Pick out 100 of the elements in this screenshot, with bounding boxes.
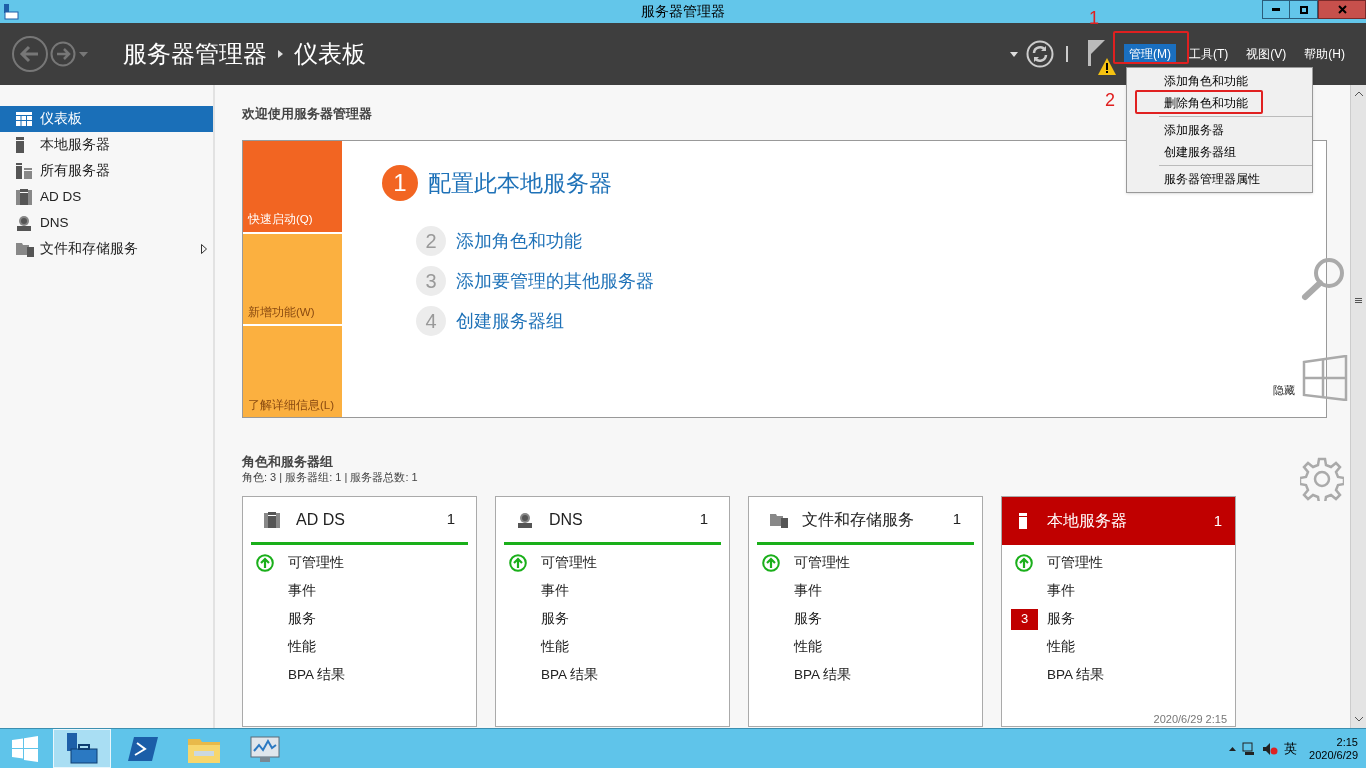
step-number: 4 bbox=[416, 306, 446, 336]
card-count: 1 bbox=[1213, 510, 1222, 531]
folder-icon bbox=[16, 241, 34, 257]
card-row[interactable]: BPA 结果 bbox=[541, 664, 599, 686]
card-row[interactable]: 事件 bbox=[1047, 580, 1075, 602]
ime-indicator[interactable]: 英 bbox=[1284, 738, 1298, 759]
sidebar-label: 所有服务器 bbox=[40, 161, 110, 180]
dropdown-item[interactable]: 创建服务器组 bbox=[1159, 141, 1312, 163]
step-number: 1 bbox=[382, 165, 418, 201]
sidebar-label: AD DS bbox=[40, 187, 82, 206]
scroll-up-icon[interactable] bbox=[1354, 91, 1363, 96]
section-title: 欢迎使用服务器管理器 bbox=[242, 105, 373, 122]
step-link[interactable]: 配置此本地服务器 bbox=[428, 165, 612, 201]
section-title: 角色和服务器组 bbox=[242, 454, 334, 470]
menu-item[interactable]: 工具(T) bbox=[1184, 44, 1234, 64]
sidebar-item[interactable]: DNS bbox=[0, 210, 213, 236]
sidebar-item[interactable]: AD DS bbox=[0, 184, 213, 210]
card-row[interactable]: 可管理性 bbox=[1047, 552, 1103, 574]
server-icon bbox=[1019, 513, 1027, 529]
caret-icon[interactable] bbox=[1010, 51, 1018, 57]
tile[interactable]: 了解详细信息(L) bbox=[243, 326, 342, 417]
speaker-muted-icon[interactable] bbox=[1262, 741, 1279, 756]
card-row[interactable]: 性能 bbox=[288, 636, 316, 658]
expand-icon[interactable] bbox=[201, 244, 207, 254]
card-row[interactable]: 性能 bbox=[1047, 636, 1075, 658]
breadcrumb-item[interactable]: 服务器管理器 bbox=[123, 36, 267, 72]
taskbar-button[interactable] bbox=[53, 729, 111, 768]
monitor-chart-icon bbox=[250, 734, 280, 763]
card-title: DNS bbox=[549, 509, 583, 530]
role-card[interactable]: 文件和存储服务 1 可管理性 事件 服务 性能 BPA 结果 bbox=[748, 496, 983, 727]
count-badge: 3 bbox=[1011, 608, 1038, 630]
grip-icon[interactable] bbox=[1355, 298, 1362, 304]
card-count: 1 bbox=[952, 509, 961, 530]
sidebar-item[interactable]: 文件和存储服务 bbox=[0, 236, 213, 262]
breadcrumb-item[interactable]: 仪表板 bbox=[294, 36, 366, 72]
card-row[interactable]: 性能 bbox=[541, 636, 569, 658]
menu-item[interactable]: 管理(M) bbox=[1124, 44, 1176, 64]
card-row[interactable]: BPA 结果 bbox=[288, 664, 346, 686]
sidebar-item[interactable]: 本地服务器 bbox=[0, 132, 213, 158]
forward-icon[interactable] bbox=[50, 41, 76, 67]
terminal-icon bbox=[128, 736, 158, 761]
sidebar-label: 仪表板 bbox=[40, 109, 82, 128]
role-card[interactable]: 本地服务器 1 可管理性 事件 3 服务 性能 BPA 结果 2020/6/29 2:15 bbox=[1001, 496, 1236, 727]
card-row[interactable]: 可管理性 bbox=[288, 552, 344, 574]
card-row[interactable]: 事件 bbox=[541, 580, 569, 602]
card-title: AD DS bbox=[296, 509, 345, 530]
card-row[interactable]: 服务 bbox=[288, 608, 316, 630]
card-row[interactable]: 服务 bbox=[794, 608, 822, 630]
minimize-button[interactable] bbox=[1262, 0, 1290, 19]
dashboard-icon bbox=[16, 112, 32, 126]
chevron-icon bbox=[278, 50, 283, 58]
back-icon[interactable] bbox=[11, 35, 49, 73]
role-card[interactable]: AD DS 1 可管理性 事件 服务 性能 BPA 结果 bbox=[242, 496, 477, 727]
scroll-down-icon[interactable] bbox=[1354, 717, 1363, 722]
clock-time[interactable]: 2:15 bbox=[1336, 735, 1358, 749]
step-link[interactable]: 创建服务器组 bbox=[456, 307, 564, 335]
sidebar-item[interactable]: 所有服务器 bbox=[0, 158, 213, 184]
card-row[interactable]: 性能 bbox=[794, 636, 822, 658]
dns-icon bbox=[16, 215, 32, 231]
caret-up-icon[interactable] bbox=[1229, 746, 1237, 751]
card-row[interactable]: BPA 结果 bbox=[1047, 664, 1105, 686]
flag-warning-icon[interactable] bbox=[1088, 40, 1118, 76]
timestamp: 2020/6/29 2:15 bbox=[1153, 712, 1227, 727]
dropdown-item[interactable]: 添加角色和功能 bbox=[1127, 70, 1312, 92]
card-row[interactable]: 服务 bbox=[541, 608, 569, 630]
sidebar-item[interactable]: 仪表板 bbox=[0, 106, 213, 132]
card-row[interactable]: 事件 bbox=[288, 580, 316, 602]
card-row[interactable]: 事件 bbox=[794, 580, 822, 602]
step-number: 2 bbox=[416, 226, 446, 256]
annotation-number: 1 bbox=[1089, 8, 1099, 28]
dropdown-item[interactable]: 服务器管理器属性 bbox=[1159, 168, 1312, 190]
sidebar-label: 本地服务器 bbox=[40, 135, 110, 154]
clock-date[interactable]: 2020/6/29 bbox=[1309, 748, 1358, 762]
card-row[interactable]: 可管理性 bbox=[541, 552, 597, 574]
role-card[interactable]: DNS 1 可管理性 事件 服务 性能 BPA 结果 bbox=[495, 496, 730, 727]
card-count: 1 bbox=[446, 509, 455, 530]
directory-icon bbox=[16, 189, 32, 205]
directory-icon bbox=[264, 511, 280, 528]
dns-icon bbox=[517, 511, 533, 528]
dropdown-item[interactable]: 删除角色和功能 bbox=[1127, 92, 1312, 114]
app-icon bbox=[3, 3, 19, 20]
menu-item[interactable]: 帮助(H) bbox=[1299, 44, 1350, 64]
step-link[interactable]: 添加要管理的其他服务器 bbox=[456, 267, 654, 295]
annotation-number: 2 bbox=[1105, 90, 1115, 110]
step-link[interactable]: 添加角色和功能 bbox=[456, 227, 582, 255]
card-title: 本地服务器 bbox=[1047, 511, 1127, 531]
card-row[interactable]: 可管理性 bbox=[794, 552, 850, 574]
sidebar-label: DNS bbox=[40, 213, 69, 232]
card-row[interactable]: 服务 bbox=[1047, 608, 1075, 630]
roles-summary: 角色: 3 | 服务器组: 1 | 服务器总数: 1 bbox=[242, 470, 419, 484]
tile[interactable]: 新增功能(W) bbox=[243, 233, 342, 325]
hide-label: 隐藏 bbox=[1273, 383, 1295, 398]
card-title: 文件和存储服务 bbox=[802, 509, 914, 530]
network-icon[interactable] bbox=[1242, 741, 1257, 756]
refresh-icon[interactable] bbox=[1026, 40, 1054, 68]
window-title: 服务器管理器 bbox=[641, 2, 725, 21]
menu-item[interactable]: 视图(V) bbox=[1241, 44, 1292, 64]
card-row[interactable]: BPA 结果 bbox=[794, 664, 852, 686]
close-button[interactable] bbox=[1318, 0, 1366, 19]
dropdown-item[interactable]: 添加服务器 bbox=[1159, 119, 1312, 141]
